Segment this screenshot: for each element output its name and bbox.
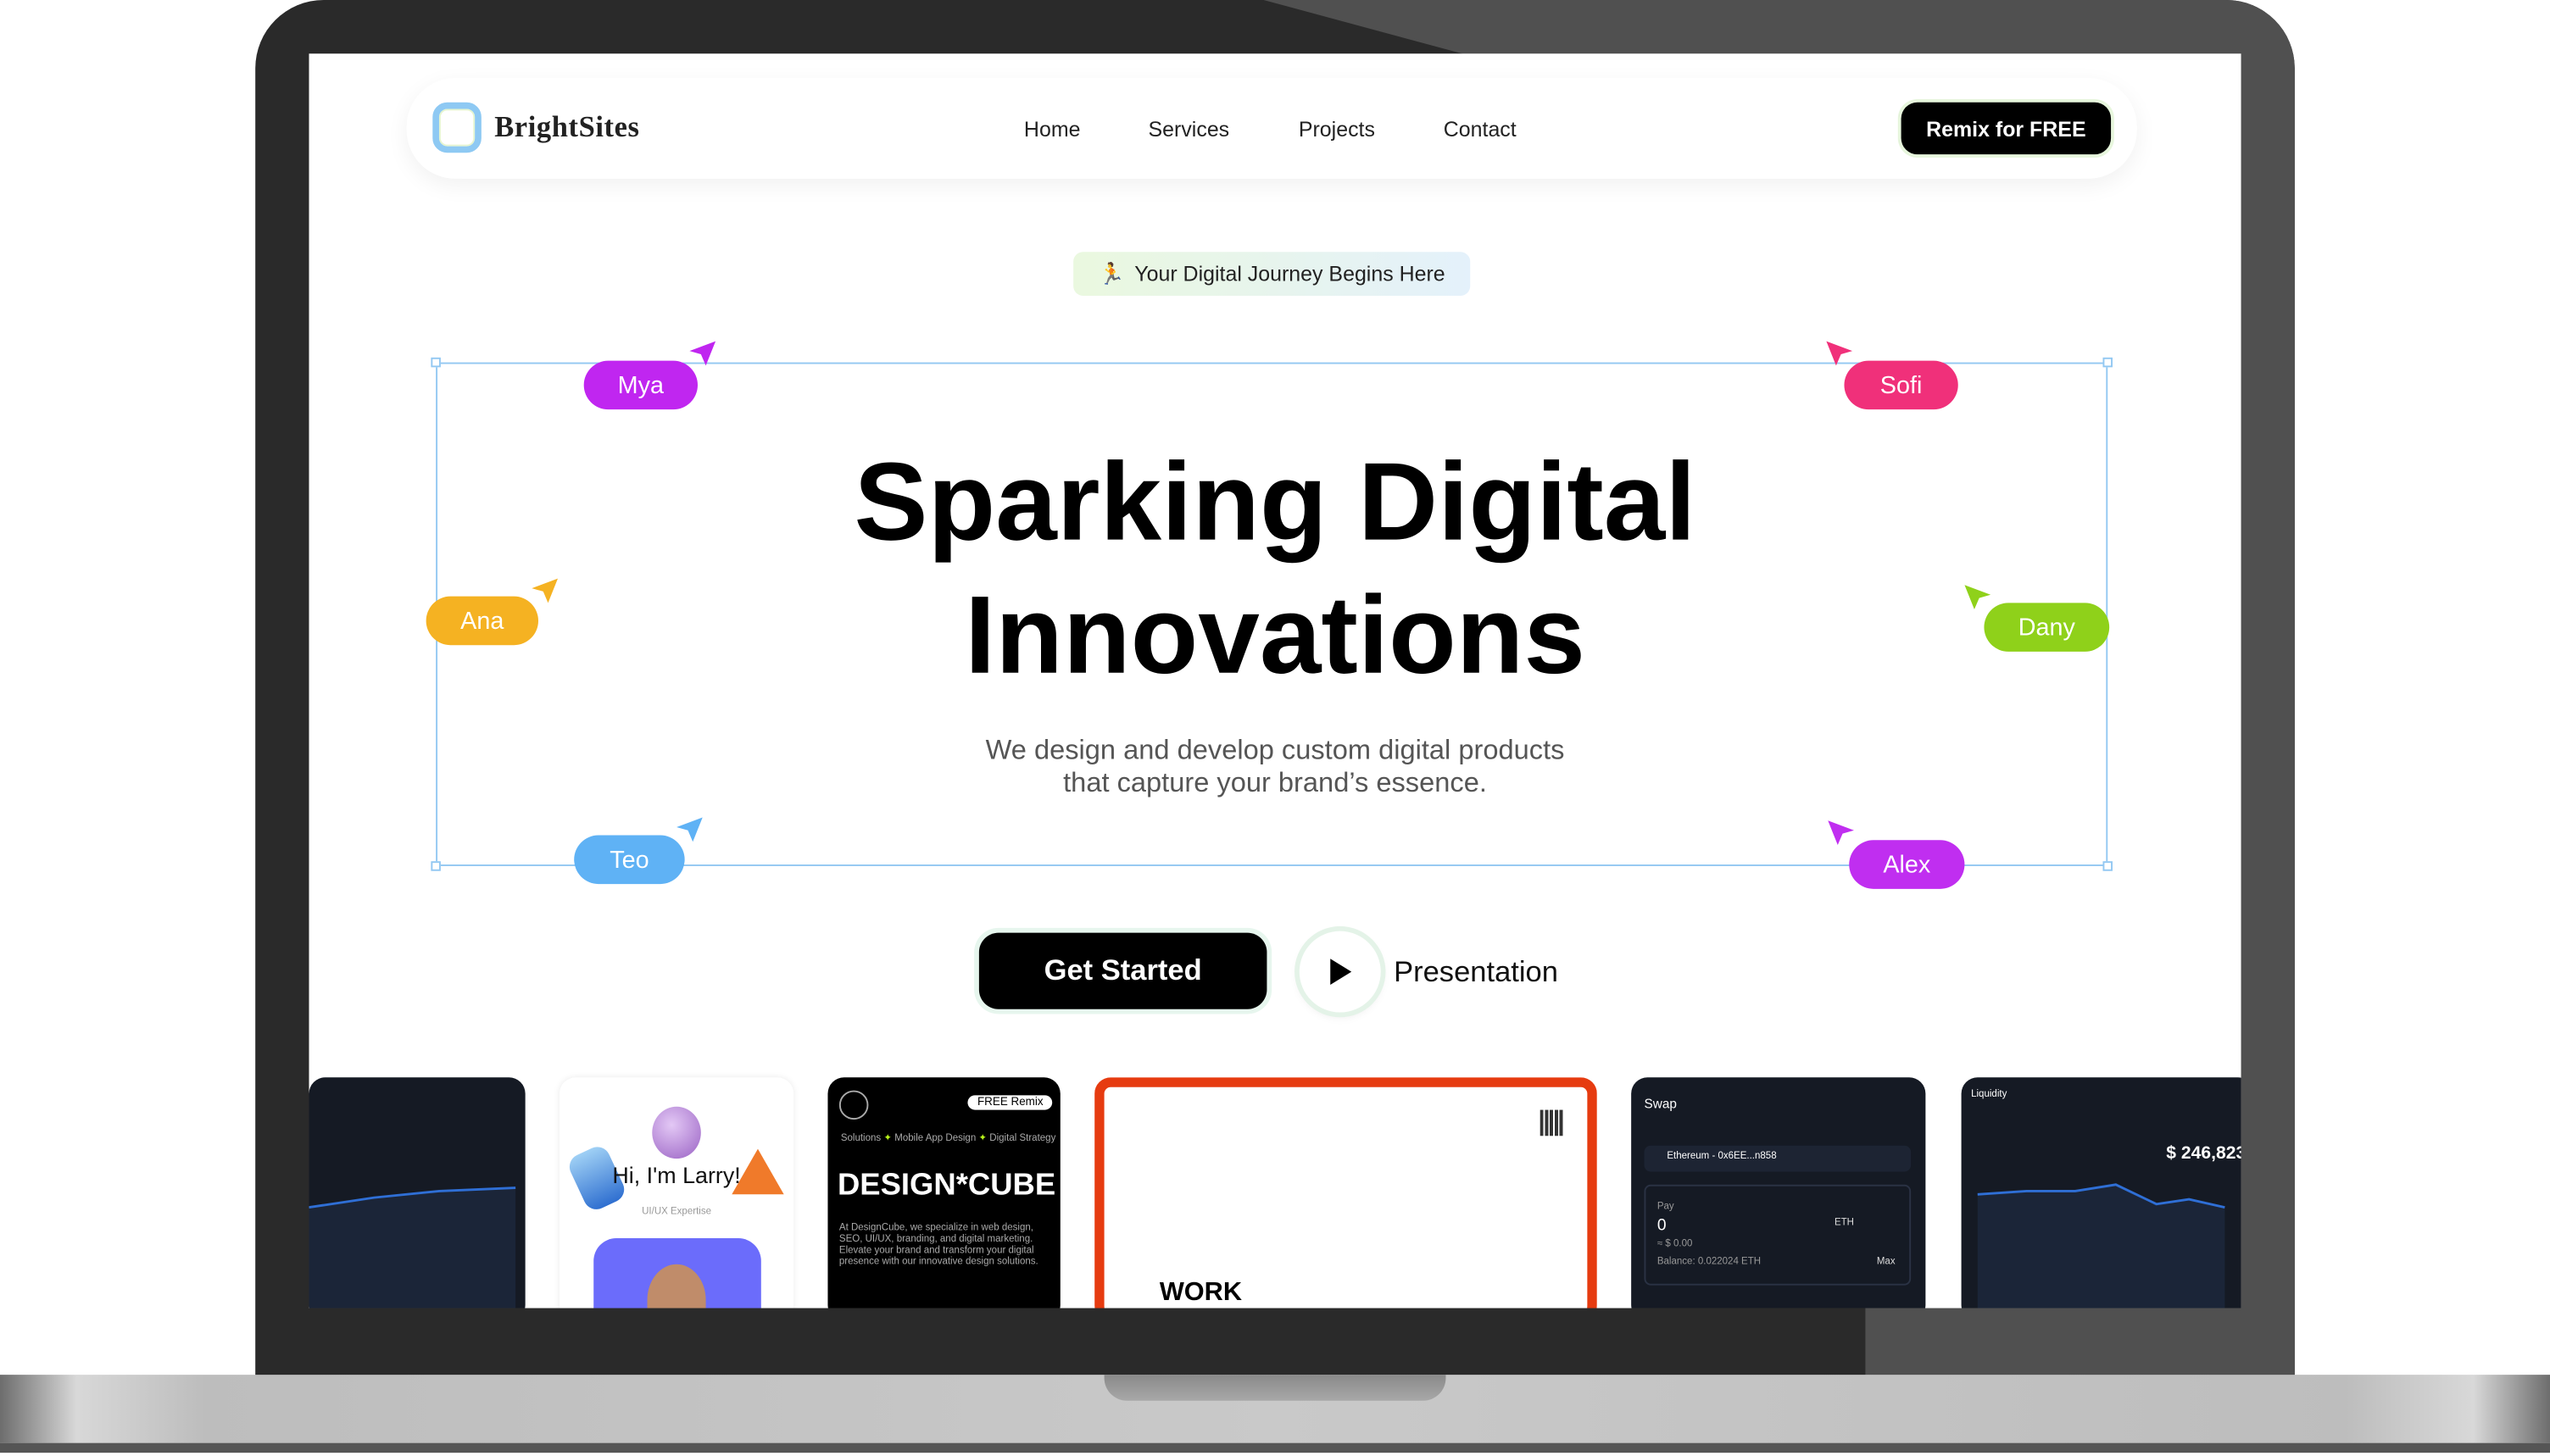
pay-input[interactable]: 0 (1657, 1217, 1667, 1235)
card-subtitle: UI/UX Expertise (642, 1207, 712, 1218)
card-body: At DesignCube, we specialize in web desi… (838, 1223, 1038, 1268)
brand-name[interactable]: BrightSites (494, 110, 639, 144)
resize-handle[interactable] (2102, 357, 2113, 368)
showcase-card-larry[interactable]: Hi, I'm Larry! UI/UX Expertise (559, 1077, 794, 1309)
cursor-arrow-icon (532, 578, 559, 603)
cursor-arrow-icon (1828, 820, 1854, 846)
hero-title-line: Innovations (965, 573, 1586, 697)
logo-icon[interactable] (432, 102, 482, 153)
line-chart-preview (1977, 1183, 2225, 1309)
hero-title: Sparking Digital Innovations (309, 436, 2241, 702)
laptop-notch (1104, 1375, 1446, 1401)
resize-handle[interactable] (2102, 861, 2113, 871)
showcase-card-liquidity[interactable]: Liquidity $ 246,823 (1961, 1077, 2241, 1309)
navbar: BrightSites Home Services Projects Conta… (406, 78, 2137, 179)
menu-icon[interactable] (838, 1090, 869, 1120)
presentation-link[interactable]: Presentation (1394, 955, 1558, 989)
nav-home[interactable]: Home (1024, 117, 1081, 142)
cursor-tag-dany: Dany (1984, 603, 2110, 652)
resize-handle[interactable] (431, 357, 441, 368)
resize-handle[interactable] (431, 861, 441, 871)
play-button[interactable] (1299, 931, 1381, 1013)
cursor-tag-alex: Alex (1849, 840, 1965, 889)
subtitle-line: We design and develop custom digital pro… (985, 734, 1565, 766)
nav-contact[interactable]: Contact (1444, 117, 1517, 142)
play-icon (1330, 959, 1352, 985)
pay-label: Pay (1656, 1202, 1674, 1213)
cursor-tag-sofi: Sofi (1844, 360, 1958, 410)
tag: Digital Strategy (989, 1134, 1056, 1144)
hero-badge: 🏃 Your Digital Journey Begins Here (1073, 252, 1471, 296)
cursor-tag-mya: Mya (583, 360, 698, 410)
tag: Solutions (840, 1134, 882, 1144)
card-title: WORK (1159, 1278, 1242, 1307)
subtitle-line: that capture your brand’s essence. (1063, 767, 1487, 798)
card-title: DESIGN*CUBE (837, 1168, 1056, 1203)
max-button[interactable]: Max (1877, 1258, 1896, 1268)
badge-text: Your Digital Journey Begins Here (1134, 261, 1445, 286)
hero-subtitle: We design and develop custom digital pro… (309, 735, 2241, 800)
showcase-card-work[interactable]: WORK (1094, 1077, 1597, 1309)
card-title: Hi, I'm Larry! (612, 1161, 741, 1188)
cursor-arrow-icon (676, 817, 703, 842)
showcase-card-swap[interactable]: Swap Ethereum - 0x6EE...n858 Pay 0 ≈ $ 0… (1631, 1077, 1926, 1309)
cursor-arrow-icon (1826, 341, 1853, 366)
cursor-tag-ana: Ana (426, 596, 538, 646)
portrait-image (593, 1238, 761, 1309)
remix-button[interactable]: Remix for FREE (1901, 102, 2112, 155)
website-screen: BrightSites Home Services Projects Conta… (309, 53, 2241, 1309)
token-select[interactable]: ETH (1835, 1219, 1854, 1229)
showcase-card-chart[interactable] (309, 1077, 526, 1309)
get-started-button[interactable]: Get Started (978, 932, 1267, 1009)
card-title: Swap (1644, 1097, 1677, 1112)
hero-title-line: Sparking Digital (854, 440, 1696, 564)
nav-services[interactable]: Services (1149, 117, 1230, 142)
showcase-card-designcube[interactable]: FREE Remix Solutions ✦ Mobile App Design… (827, 1077, 1061, 1309)
cursor-arrow-icon (689, 341, 716, 366)
cursor-tag-teo: Teo (574, 835, 685, 885)
sphere-shape (652, 1106, 701, 1159)
qr-code-icon (1539, 1109, 1563, 1136)
area-chart-preview (309, 1186, 516, 1309)
network-select[interactable]: Ethereum - 0x6EE...n858 (1644, 1145, 1912, 1172)
balance-text: Balance: 0.022024 ETH (1656, 1258, 1762, 1268)
cursor-arrow-icon (1964, 585, 1991, 610)
free-remix-badge[interactable]: FREE Remix (967, 1095, 1054, 1110)
pay-panel: Pay 0 ≈ $ 0.00 Balance: 0.022024 ETH ETH… (1644, 1184, 1912, 1286)
tag: Mobile App Design (894, 1134, 977, 1144)
running-figure-icon: 🏃 (1098, 260, 1125, 286)
nav-projects[interactable]: Projects (1299, 117, 1375, 142)
usd-value: ≈ $ 0.00 (1656, 1239, 1693, 1250)
